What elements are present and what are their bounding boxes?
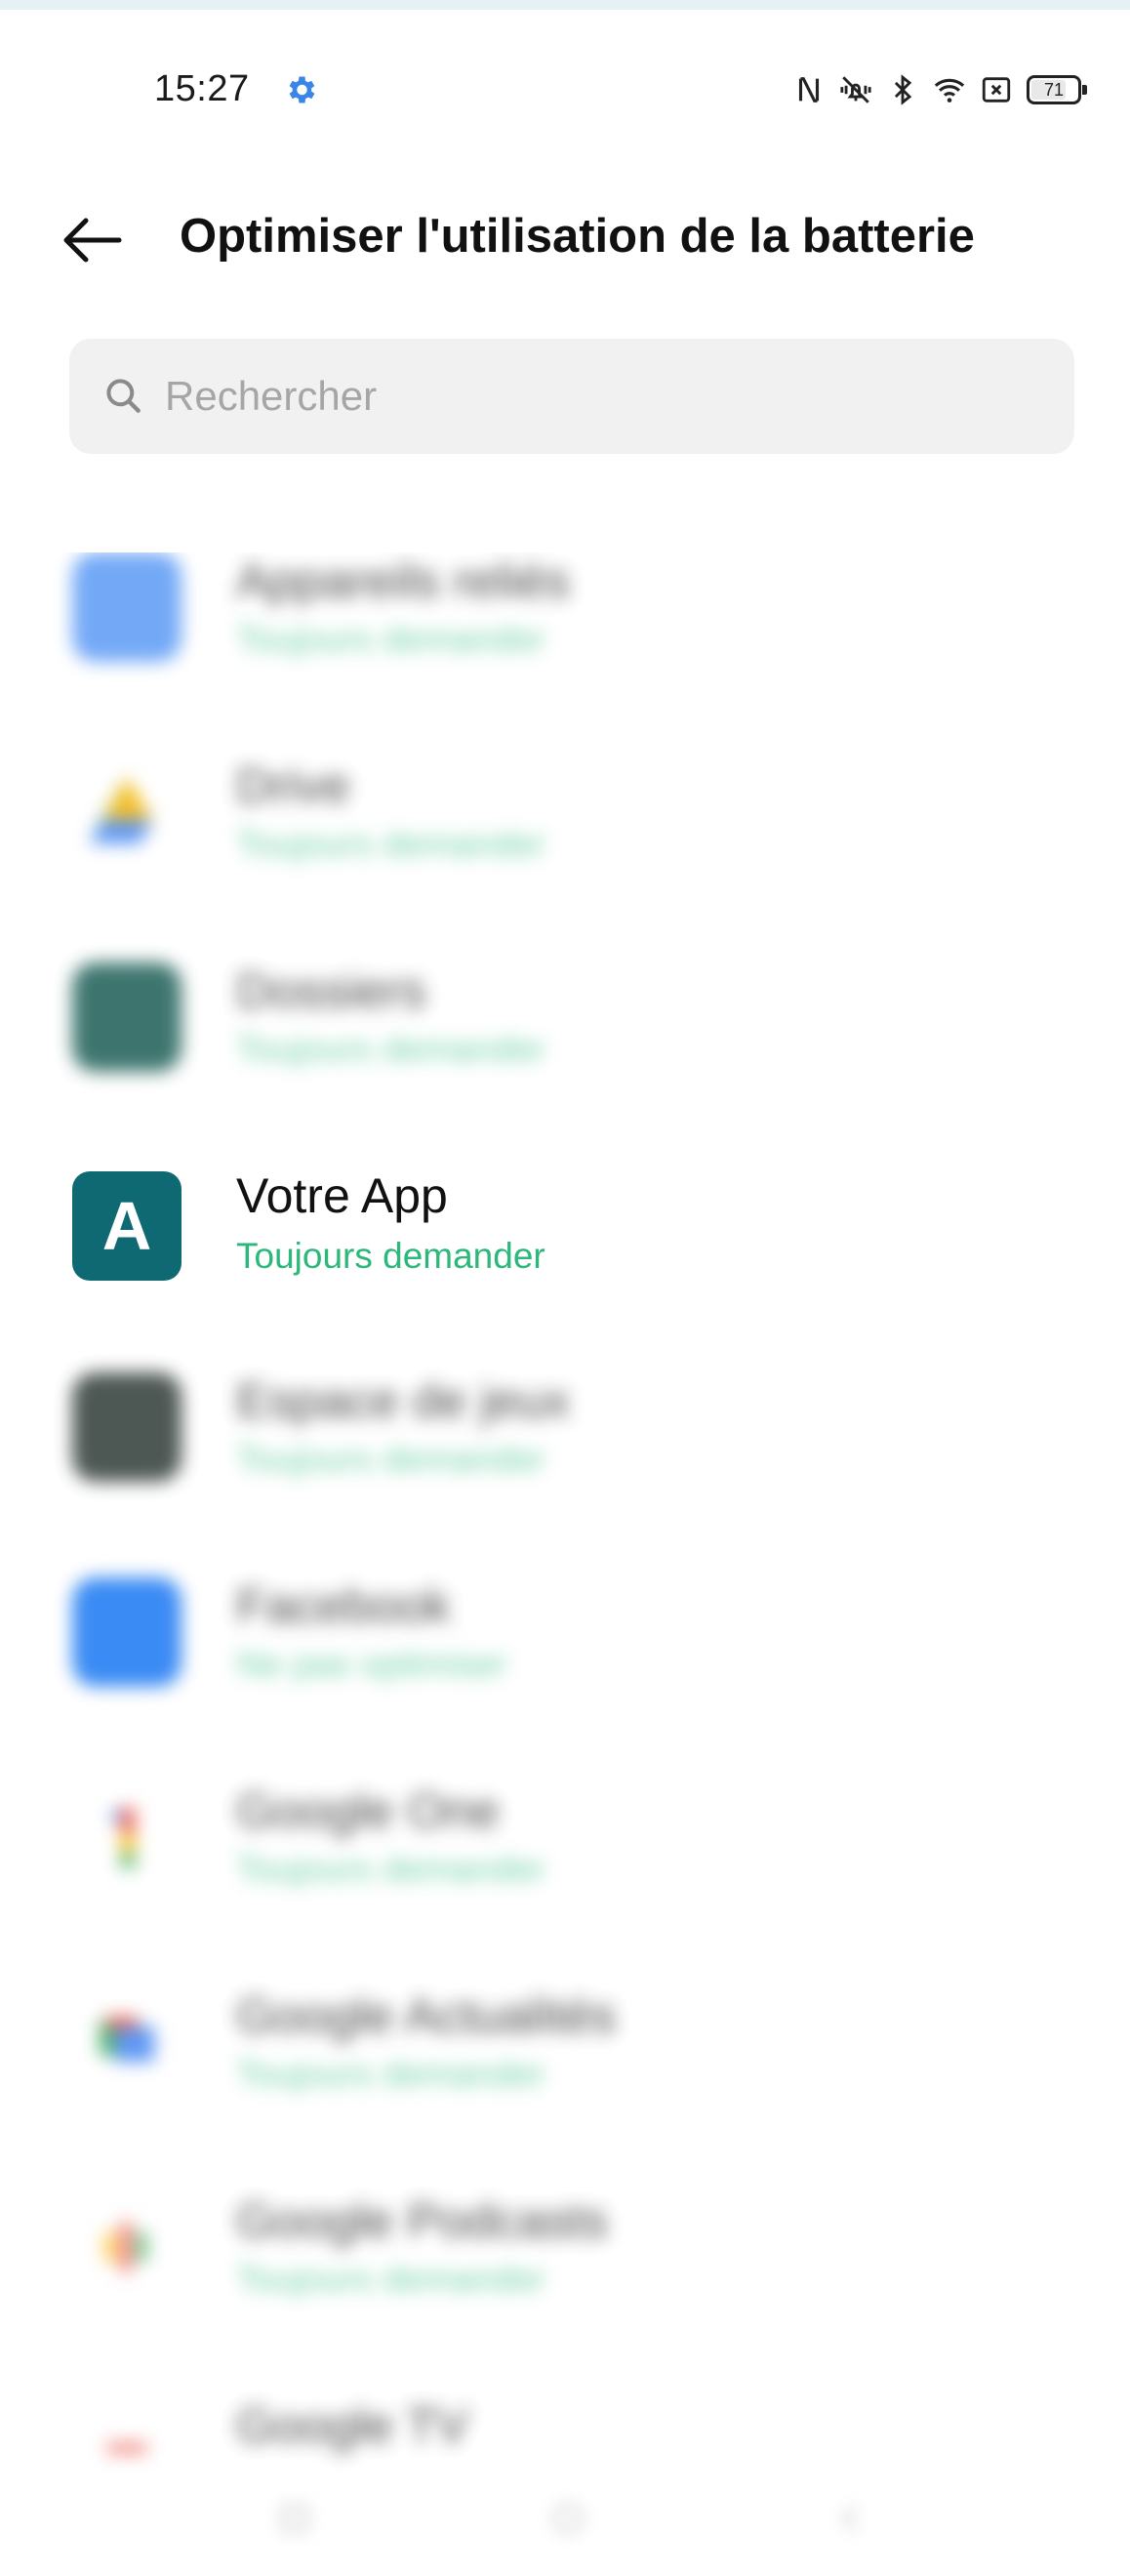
app-status: Toujours demander (236, 619, 545, 659)
app-bar: Optimiser l'utilisation de la batterie (0, 185, 1130, 293)
app-icon-letter: A (101, 1188, 152, 1264)
app-status: Toujours demander (236, 2259, 545, 2299)
app-name: Drive (236, 758, 350, 813)
status-icons: 71 (792, 68, 1087, 111)
back-arrow-icon[interactable] (57, 211, 125, 269)
app-status: Toujours demander (236, 1236, 545, 1276)
app-icon (72, 2192, 182, 2302)
search-icon (106, 379, 141, 413)
top-edge (0, 0, 1130, 10)
app-status: Toujours demander (236, 1029, 545, 1069)
app-name: Google One (236, 1783, 500, 1838)
app-name: Votre App (236, 1168, 448, 1223)
wifi-icon (934, 78, 965, 102)
search-box[interactable] (69, 339, 1074, 454)
app-icon (72, 1987, 182, 2097)
app-name: Google Actualités (236, 1988, 617, 2043)
battery-level: 71 (1043, 80, 1065, 100)
list-item[interactable]: Facebook Ne pas optimiser (0, 1556, 1130, 1741)
app-status: Toujours demander (236, 824, 545, 864)
nav-recents-icon[interactable] (831, 2499, 870, 2538)
search-input[interactable] (163, 372, 1026, 421)
app-icon (72, 757, 182, 867)
app-name: Appareils reliés (236, 553, 570, 608)
app-status: Ne pas optimiser (236, 1644, 507, 1684)
list-item[interactable]: Drive Toujours demander (0, 736, 1130, 921)
app-icon (72, 552, 182, 662)
list-item[interactable]: Google Podcasts Toujours demander (0, 2171, 1130, 2356)
list-item-votre-app[interactable]: A Votre App Toujours demander (0, 1146, 1130, 1331)
app-name: Google TV (236, 2398, 469, 2453)
app-icon (72, 1782, 182, 1892)
app-status: Toujours demander (236, 1439, 545, 1479)
nav-back-icon[interactable] (275, 2499, 314, 2538)
list-item[interactable]: Appareils reliés Toujours demander (0, 552, 1130, 716)
list-item[interactable]: Espace de jeux Toujours demander (0, 1351, 1130, 1536)
drive-icon (90, 777, 152, 843)
vibrate-icon (840, 76, 871, 103)
sim-off-icon (982, 77, 1011, 102)
status-bar: 15:27 71 (0, 10, 1130, 156)
nav-home-icon[interactable] (548, 2499, 587, 2538)
app-status: Toujours demander (236, 2054, 545, 2094)
app-icon (72, 962, 182, 1072)
battery-icon: 71 (1027, 75, 1087, 104)
app-name: Dossiers (236, 963, 426, 1018)
app-list: Appareils reliés Toujours demander Drive… (0, 552, 1130, 2505)
settings-gear-icon (289, 76, 315, 103)
page-title: Optimiser l'utilisation de la batterie (180, 210, 975, 263)
list-item[interactable]: Dossiers Toujours demander (0, 941, 1130, 1126)
app-name: Facebook (236, 1578, 451, 1633)
list-item[interactable]: Google One Toujours demander (0, 1761, 1130, 1946)
status-time: 15:27 (154, 68, 250, 109)
list-item[interactable]: Google Actualités Toujours demander (0, 1966, 1130, 2151)
app-status: Toujours demander (236, 1849, 545, 1889)
nfc-icon (798, 77, 820, 102)
app-icon (72, 1577, 182, 1687)
votre-app-icon: A (72, 1171, 182, 1281)
navigation-bar (0, 2470, 1130, 2567)
google-podcasts-icon (105, 2222, 146, 2272)
app-name: Google Podcasts (236, 2193, 608, 2248)
google-one-icon (111, 1808, 135, 1868)
bluetooth-icon (894, 74, 912, 105)
google-news-icon (100, 2017, 154, 2062)
app-name: Espace de jeux (236, 1373, 570, 1428)
app-icon (72, 1372, 182, 1482)
